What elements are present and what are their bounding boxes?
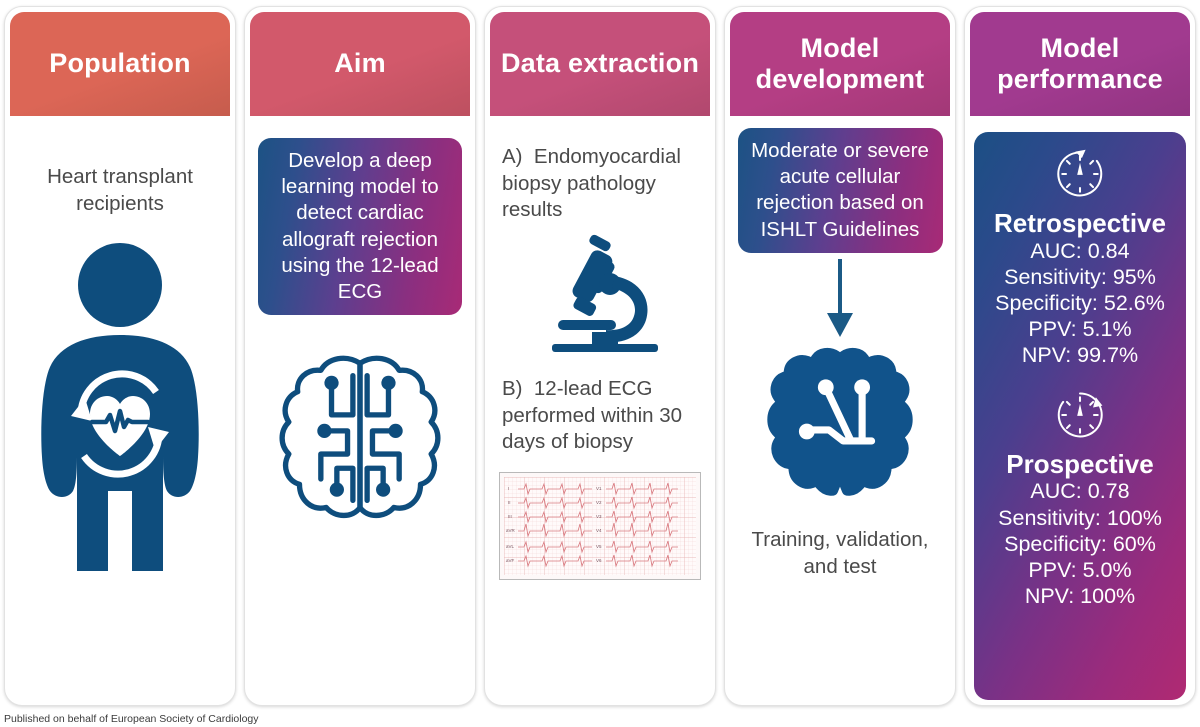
retrospective-npv: NPV: 99.7%	[1021, 343, 1139, 368]
panel-data-extraction-header: Data extraction	[490, 12, 710, 116]
prospective-ppv: PPV: 5.0%	[1028, 557, 1132, 582]
prospective-auc: AUC: 0.78	[1030, 479, 1130, 504]
svg-text:V6: V6	[596, 558, 602, 563]
panel-aim-header: Aim	[250, 12, 470, 116]
data-extraction-item-a: A) Endomyocardial biopsy pathology resul…	[502, 144, 698, 224]
twelve-lead-ecg-strip-image: I II III aVR aVL aVF V1 V2 V3 V4 V5 V6	[499, 471, 701, 580]
panel-data-extraction-body: A) Endomyocardial biopsy pathology resul…	[490, 116, 710, 700]
panel-model-development-title: Model development	[755, 32, 925, 94]
svg-text:aVF: aVF	[506, 558, 515, 563]
panel-model-performance-body: Retrospective AUC: 0.84 Sensitivity: 95%…	[970, 116, 1190, 700]
ai-brain-icon	[760, 343, 920, 501]
svg-text:III: III	[508, 514, 512, 519]
microscope-icon	[534, 234, 666, 352]
svg-text:V1: V1	[596, 486, 602, 491]
panel-aim-inner: Aim Develop a deep learning model to det…	[250, 12, 470, 700]
publisher-footer: Published on behalf of European Society …	[4, 713, 259, 725]
population-description: Heart transplant recipients	[47, 165, 193, 215]
prospective-specificity: Specificity: 60%	[1004, 531, 1156, 556]
ai-circuit-brain-icon	[271, 349, 449, 527]
data-extraction-item-a-label: A)	[502, 145, 523, 168]
graphical-abstract: Population Heart transplant recipients A…	[0, 0, 1200, 727]
prospective-title: Prospective	[1006, 448, 1154, 479]
retrospective-title: Retrospective	[994, 208, 1166, 238]
svg-text:II: II	[508, 500, 511, 505]
panel-model-development-body: Moderate or severe acute cellular reject…	[730, 116, 950, 700]
panel-population: Population Heart transplant recipients	[4, 6, 236, 706]
panel-population-body: Heart transplant recipients	[10, 116, 230, 700]
panel-population-title: Population	[49, 48, 191, 79]
retrospective-sensitivity: Sensitivity: 95%	[1004, 264, 1156, 289]
prospective-clock-icon	[1052, 387, 1108, 448]
retrospective-auc: AUC: 0.84	[1030, 238, 1130, 263]
prospective-npv: NPV: 100%	[1024, 584, 1136, 609]
svg-text:V4: V4	[596, 528, 602, 533]
panel-aim-title: Aim	[334, 48, 386, 79]
retrospective-clock-icon	[1052, 146, 1108, 207]
person-with-heart-transplant-icon	[36, 241, 204, 700]
svg-text:V3: V3	[596, 514, 602, 519]
aim-callout: Develop a deep learning model to detect …	[258, 138, 462, 316]
panel-data-extraction-title: Data extraction	[500, 48, 700, 79]
svg-text:aVL: aVL	[506, 544, 515, 549]
ecg-frame: I II III aVR aVL aVF V1 V2 V3 V4 V5 V6	[499, 471, 701, 580]
panel-model-development-inner: Model development Moderate or severe acu…	[730, 12, 950, 700]
panel-model-performance-header: Model performance	[970, 12, 1190, 116]
panel-model-development-header: Model development	[730, 12, 950, 116]
model-development-callout: Moderate or severe acute cellular reject…	[737, 128, 943, 253]
retrospective-ppv: PPV: 5.1%	[1028, 317, 1132, 342]
panel-population-inner: Population Heart transplant recipients	[10, 12, 230, 700]
data-extraction-item-b-label: B)	[502, 376, 523, 400]
model-performance-results: Retrospective AUC: 0.84 Sensitivity: 95%…	[974, 132, 1186, 700]
data-extraction-item-b: B) 12-lead ECG performed within 30 days …	[502, 376, 698, 456]
panel-data-extraction: Data extraction A) Endomyocardial biopsy…	[484, 6, 716, 706]
panel-data-extraction-inner: Data extraction A) Endomyocardial biopsy…	[490, 12, 710, 700]
model-development-caption: Training, validation, and test	[751, 527, 929, 578]
svg-text:aVR: aVR	[506, 528, 516, 533]
data-extraction-item-b-text: 12-lead ECG performed within 30 days of …	[502, 376, 683, 454]
svg-text:I: I	[508, 486, 509, 491]
panel-model-performance-inner: Model performance Retrospective AUC: 0.8…	[970, 12, 1190, 700]
panel-aim-body: Develop a deep learning model to detect …	[250, 116, 470, 700]
panel-model-development: Model development Moderate or severe acu…	[724, 6, 956, 706]
prospective-sensitivity: Sensitivity: 100%	[998, 505, 1162, 530]
down-arrow-icon	[823, 258, 857, 339]
retrospective-specificity: Specificity: 52.6%	[995, 291, 1165, 316]
svg-text:V5: V5	[596, 544, 602, 549]
panel-model-performance: Model performance Retrospective AUC: 0.8…	[964, 6, 1196, 706]
svg-text:V2: V2	[596, 500, 602, 505]
panel-aim: Aim Develop a deep learning model to det…	[244, 6, 476, 706]
panel-row: Population Heart transplant recipients A…	[0, 6, 1200, 706]
panel-model-performance-title: Model performance	[997, 32, 1163, 94]
panel-population-header: Population	[10, 12, 230, 116]
data-extraction-item-a-text: Endomyocardial biopsy pathology results	[502, 145, 681, 222]
